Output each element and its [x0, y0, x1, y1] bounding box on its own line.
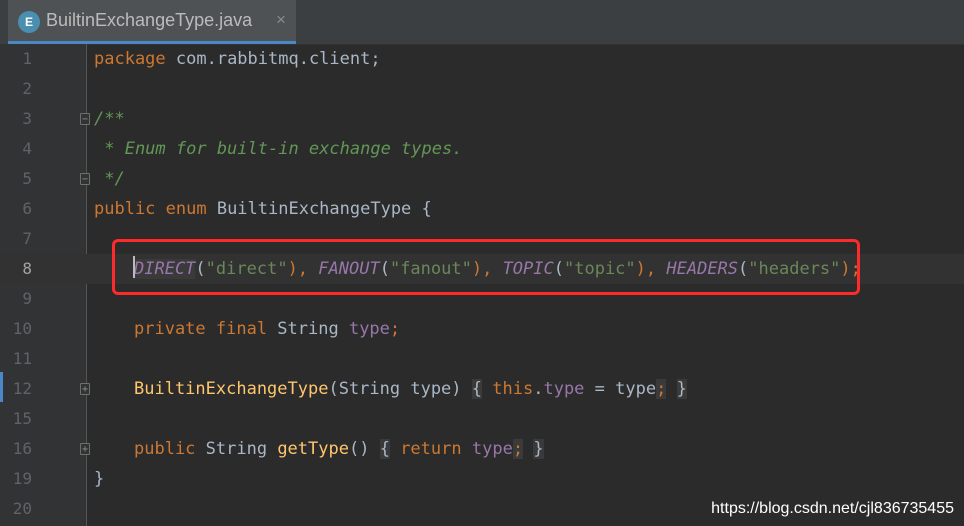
code-token: type [471, 439, 513, 459]
code-token: String [267, 319, 349, 339]
code-token: package [94, 49, 166, 69]
code-line-6[interactable]: public enum BuiltinExchangeType { [94, 194, 432, 224]
code-token: BuiltinExchangeType [134, 379, 329, 399]
code-token: = type [584, 379, 657, 399]
line-number: 9 [22, 289, 32, 308]
fold-toggle-icon[interactable]: − [80, 113, 90, 125]
line-number: 11 [12, 349, 32, 368]
line-number: 6 [22, 199, 32, 218]
tab-label: BuiltinExchangeType.java [46, 10, 253, 30]
fold-expand-icon[interactable]: + [80, 383, 90, 395]
code-token: } [676, 379, 687, 399]
code-line-16[interactable]: public String getType() { return type; } [134, 434, 544, 464]
code-token: } [533, 439, 544, 459]
code-token: type [543, 379, 585, 399]
code-line-1[interactable]: package com.rabbitmq.client; [94, 44, 381, 74]
code-token: getType [277, 439, 349, 459]
line-number: 3 [22, 109, 32, 128]
line-number: 5 [22, 169, 32, 188]
line-number: 2 [22, 79, 32, 98]
line-number: 1 [22, 49, 32, 68]
code-token: return [400, 439, 462, 459]
tab-builtin-exchange-type[interactable]: E BuiltinExchangeType.java × [8, 0, 296, 44]
code-token: . [533, 379, 544, 399]
code-token: ; [389, 319, 401, 339]
code-token: () [348, 439, 380, 459]
enum-file-icon: E [18, 11, 40, 33]
code-token: String [195, 439, 278, 459]
code-token: private final [134, 319, 268, 339]
code-line-10[interactable]: private final String type; [134, 314, 400, 344]
line-number: 10 [12, 319, 32, 338]
code-line-12[interactable]: BuiltinExchangeType(String type) { this.… [134, 374, 687, 404]
close-icon[interactable]: × [276, 10, 286, 30]
editor-tab-bar: E BuiltinExchangeType.java × [0, 0, 964, 45]
line-number: 16 [12, 439, 32, 458]
code-line-4[interactable]: * Enum for built-in exchange types. [94, 134, 462, 164]
line-number: 19 [12, 469, 32, 488]
code-token: ; [656, 379, 667, 399]
code-token: (String type) [328, 379, 472, 399]
code-token: public [134, 439, 196, 459]
line-number: 20 [12, 499, 32, 518]
line-number: 4 [22, 139, 32, 158]
code-token: this [492, 379, 534, 399]
code-line-3[interactable]: /** [94, 104, 125, 134]
code-token: type [348, 319, 390, 339]
line-number: 12 [12, 379, 32, 398]
fold-expand-icon[interactable]: + [80, 443, 90, 455]
code-token: public enum [94, 199, 207, 219]
code-line-19[interactable]: } [94, 464, 104, 494]
line-number: 8 [22, 259, 32, 278]
code-token: { [379, 439, 390, 459]
line-number: 15 [12, 409, 32, 428]
code-token: BuiltinExchangeType { [206, 199, 432, 219]
line-number: 7 [22, 229, 32, 248]
code-token: { [471, 379, 483, 399]
watermark: https://blog.csdn.net/cjl836735455 [711, 500, 954, 517]
code-token: ; [512, 439, 524, 459]
code-line-5[interactable]: */ [94, 164, 124, 194]
fold-toggle-icon[interactable]: − [80, 173, 90, 185]
code-token: com.rabbitmq.client; [165, 49, 381, 69]
annotation-highlight-box [112, 239, 860, 295]
